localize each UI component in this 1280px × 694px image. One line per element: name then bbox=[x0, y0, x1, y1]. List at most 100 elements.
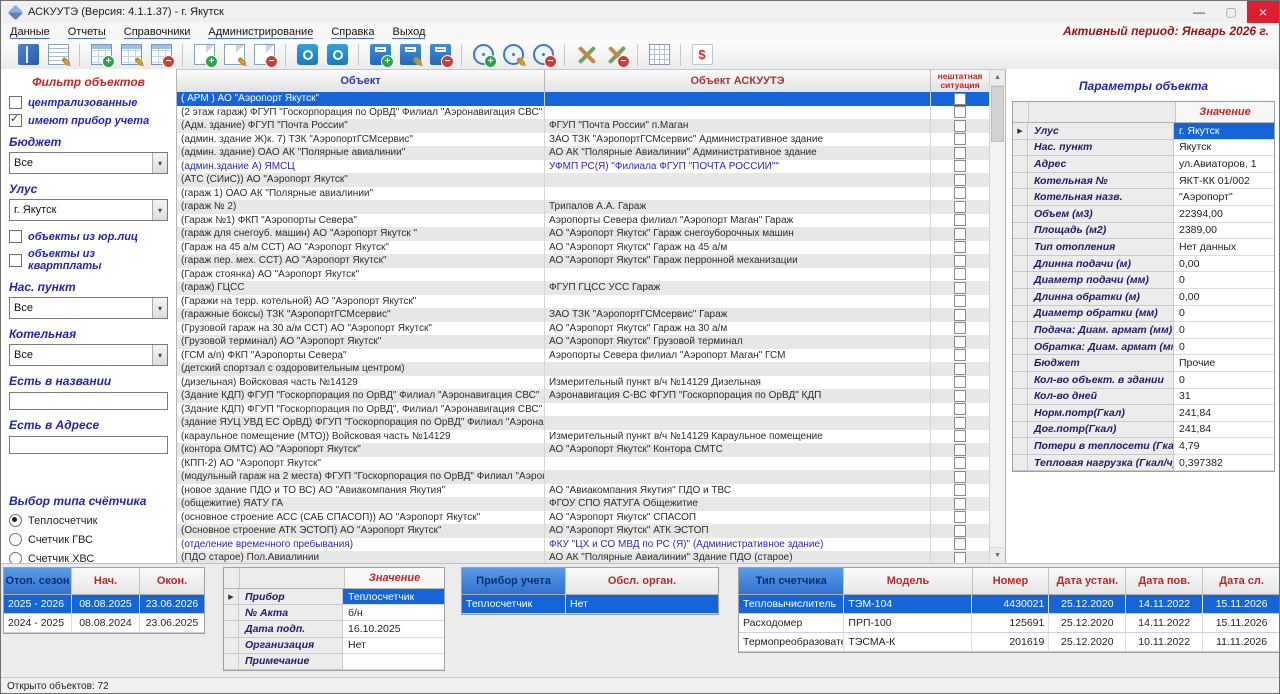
object-row[interactable]: (контора ОМТС) АО "Аэропорт Якутск" АО "… bbox=[177, 443, 989, 457]
counter-row[interactable]: Термопреобразователь ТЭСМА-К 201619 25.1… bbox=[739, 633, 1280, 652]
param-value[interactable]: 0,00 bbox=[1174, 256, 1274, 273]
param-value[interactable]: 31 bbox=[1174, 389, 1274, 406]
object-row[interactable]: ( АРМ ) АО "Аэропорт Якутск" bbox=[177, 92, 989, 106]
counter-row[interactable]: Тепловычислитель ТЭМ-104 4430021 25.12.2… bbox=[739, 595, 1280, 614]
param-row[interactable]: Кол-во объект. в здании 0 bbox=[1013, 372, 1274, 389]
emergency-checkbox[interactable] bbox=[954, 174, 966, 186]
object-row[interactable]: (новое здание ПДО и ТО ВС) АО "Авиакомпа… bbox=[177, 484, 989, 498]
object-row[interactable]: (Гараж на 45 а/м ССТ) АО "Аэропорт Якутс… bbox=[177, 241, 989, 255]
doc-edit-icon[interactable]: ✎ bbox=[219, 41, 249, 68]
object-row[interactable]: (Здание КДП) ФГУП "Госкорпорация по ОрВД… bbox=[177, 389, 989, 403]
device-prop-row[interactable]: № Акта б/н bbox=[224, 605, 444, 621]
param-value[interactable]: 241,84 bbox=[1174, 422, 1274, 439]
device-prop-value[interactable]: Нет bbox=[343, 638, 444, 654]
param-value[interactable]: 0,397382 bbox=[1174, 455, 1274, 472]
object-row[interactable]: (Здание КДП) ФГУП "Госкорпорация по ОрВД… bbox=[177, 403, 989, 417]
param-value[interactable]: 0 bbox=[1174, 322, 1274, 339]
device-prop-row[interactable]: Примечание bbox=[224, 654, 444, 670]
emergency-checkbox[interactable] bbox=[954, 390, 966, 402]
param-row[interactable]: Котельная № ЯКТ-КК 01/002 bbox=[1013, 173, 1274, 190]
emergency-checkbox[interactable] bbox=[954, 552, 966, 563]
emergency-checkbox[interactable] bbox=[954, 430, 966, 442]
object-row[interactable]: (АТС (СИиС)) АО "Аэропорт Якутск" bbox=[177, 173, 989, 187]
settlement-select[interactable]: Все ▾ bbox=[9, 297, 168, 319]
emergency-checkbox[interactable] bbox=[954, 525, 966, 537]
object-row[interactable]: (гараж) ГЦСС ФГУП ГЦСС УСС Гараж bbox=[177, 281, 989, 295]
param-value[interactable]: 22394,00 bbox=[1174, 206, 1274, 223]
tools-edit-icon[interactable] bbox=[571, 41, 601, 68]
param-value[interactable]: 0 bbox=[1174, 372, 1274, 389]
param-row[interactable]: Длинна подачи (м) 0,00 bbox=[1013, 256, 1274, 273]
column-header-asku-object[interactable]: Объект АСКУУТЭ bbox=[545, 70, 931, 92]
node-edit-icon[interactable]: ✎ bbox=[395, 41, 425, 68]
object-row[interactable]: (ПДО старое) Пол.Авиалинии АО АК "Полярн… bbox=[177, 551, 989, 563]
meter-delete-icon[interactable]: − bbox=[528, 41, 558, 68]
param-value[interactable]: г. Якутск bbox=[1174, 123, 1274, 140]
node-delete-icon[interactable]: − bbox=[425, 41, 455, 68]
emergency-checkbox[interactable] bbox=[954, 403, 966, 415]
param-value[interactable]: 4,79 bbox=[1174, 438, 1274, 455]
emergency-checkbox[interactable] bbox=[954, 417, 966, 429]
column-header-service-org[interactable]: Обсл. орган. bbox=[566, 568, 718, 594]
emergency-checkbox[interactable] bbox=[954, 282, 966, 294]
param-value[interactable]: 0 bbox=[1174, 306, 1274, 323]
meter-edit-icon[interactable]: ✎ bbox=[498, 41, 528, 68]
param-row[interactable]: Нас. пункт Якутск bbox=[1013, 140, 1274, 157]
doc-add-icon[interactable]: + bbox=[189, 41, 219, 68]
emergency-checkbox[interactable] bbox=[954, 268, 966, 280]
device-prop-row[interactable]: Прибор Теплосчетчик bbox=[224, 589, 444, 605]
object-row[interactable]: (Гаражи на терр. котельной) АО "Аэропорт… bbox=[177, 295, 989, 309]
objects-book-icon[interactable] bbox=[13, 41, 43, 68]
emergency-checkbox[interactable] bbox=[954, 349, 966, 361]
emergency-checkbox[interactable] bbox=[954, 376, 966, 388]
object-row[interactable]: (админ.здание А) ЯМСЦ УФМП РС(Я) "Филиал… bbox=[177, 160, 989, 174]
column-header-model[interactable]: Модель bbox=[844, 568, 972, 594]
device-prop-value[interactable]: 16.10.2025 bbox=[343, 621, 444, 637]
node-add-icon[interactable]: + bbox=[365, 41, 395, 68]
address-contains-input[interactable] bbox=[9, 436, 168, 454]
device-prop-row[interactable]: Организация Нет bbox=[224, 638, 444, 654]
emergency-checkbox[interactable] bbox=[954, 444, 966, 456]
scroll-up-icon[interactable]: ▲ bbox=[990, 70, 1005, 86]
table-edit-icon[interactable]: ✎ bbox=[116, 41, 146, 68]
emergency-checkbox[interactable] bbox=[954, 322, 966, 334]
name-contains-input[interactable] bbox=[9, 392, 168, 410]
param-row[interactable]: Кол-во дней 31 bbox=[1013, 389, 1274, 406]
menu-item[interactable]: Справка bbox=[322, 26, 383, 38]
param-value[interactable]: 2389,00 bbox=[1174, 223, 1274, 240]
param-value[interactable]: "Аэропорт" bbox=[1174, 189, 1274, 206]
checkbox-centralized[interactable]: централизованные bbox=[9, 96, 168, 109]
emergency-checkbox[interactable] bbox=[954, 538, 966, 550]
param-row[interactable]: Потери в теплосети (Гкал) 4,79 bbox=[1013, 438, 1274, 455]
column-header-meter[interactable]: Прибор учета bbox=[462, 568, 566, 594]
menu-item[interactable]: Администрирование bbox=[199, 26, 322, 38]
report-grid-icon[interactable] bbox=[644, 41, 674, 68]
table-add-icon[interactable]: + bbox=[86, 41, 116, 68]
param-row[interactable]: Норм.потр(Гкал) 241,84 bbox=[1013, 405, 1274, 422]
column-header-next-date[interactable]: Дата сл. bbox=[1203, 568, 1280, 594]
param-row[interactable]: Объем (м3) 22394,00 bbox=[1013, 206, 1274, 223]
object-row[interactable]: (здание ЯУЦ УВД ЕС ОрВД) ФГУП "Госкорпор… bbox=[177, 416, 989, 430]
object-row[interactable]: (Адм. здание) ФГУП "Почта России" ФГУП "… bbox=[177, 119, 989, 133]
param-value[interactable]: 0 bbox=[1174, 272, 1274, 289]
menu-item[interactable]: Справочники bbox=[115, 26, 200, 38]
param-row[interactable]: Длинна обратки (м) 0,00 bbox=[1013, 289, 1274, 306]
param-row[interactable]: Тепловая нагрузка (Гкал/ч) 0,397382 bbox=[1013, 455, 1274, 472]
object-row[interactable]: (ГСМ а/п) ФКП "Аэропорты Севера" Аэропор… bbox=[177, 349, 989, 363]
scrollbar-thumb[interactable] bbox=[991, 86, 1004, 142]
emergency-checkbox[interactable] bbox=[954, 241, 966, 253]
finance-dollar-icon[interactable] bbox=[687, 41, 717, 68]
param-value[interactable]: ул.Авиаторов, 1 bbox=[1174, 156, 1274, 173]
object-row[interactable]: (Основное строение АТК ЭСТОП) АО "Аэропо… bbox=[177, 524, 989, 538]
season-row[interactable]: 2024 - 2025 08.08.2024 23.06.2025 bbox=[4, 614, 204, 633]
vertical-scrollbar[interactable]: ▲ ▼ bbox=[989, 70, 1005, 563]
column-header-season[interactable]: Отоп. сезон bbox=[4, 568, 72, 594]
param-row[interactable]: Подача: Диам. армат (мм) 0 bbox=[1013, 322, 1274, 339]
param-row[interactable]: Бюджет Прочие bbox=[1013, 355, 1274, 372]
checkbox-legal-entities[interactable]: объекты из юр.лиц bbox=[9, 230, 168, 243]
column-header-counter-type[interactable]: Тип счетчика bbox=[739, 568, 844, 594]
emergency-checkbox[interactable] bbox=[954, 336, 966, 348]
emergency-checkbox[interactable] bbox=[954, 498, 966, 510]
object-row[interactable]: (Гараж №1) ФКП "Аэропорты Севера" Аэропо… bbox=[177, 214, 989, 228]
param-value[interactable]: 0 bbox=[1174, 339, 1274, 356]
